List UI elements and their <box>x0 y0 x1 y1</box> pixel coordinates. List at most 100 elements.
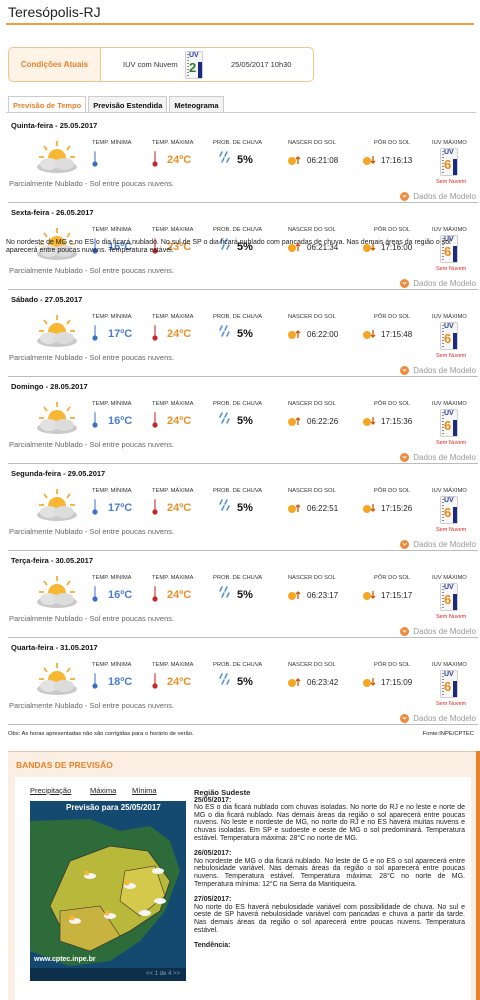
rain-prob-value: 5% <box>237 415 253 427</box>
min-temp-header: TEMP. MÍNIMA <box>92 140 132 146</box>
max-temp-link[interactable]: Máxima <box>90 786 116 795</box>
uv-label: UV <box>444 671 454 678</box>
uv-condition-note: Sem Nuvem <box>436 701 467 707</box>
sunset-icon <box>363 417 376 426</box>
info-circle-icon <box>400 192 410 201</box>
info-circle-icon <box>400 366 410 375</box>
tab-previsao-de-tempo[interactable]: Previsão de Tempo <box>8 96 87 113</box>
sunrise-time: 06:23:42 <box>307 678 339 687</box>
rain-drops-icon <box>219 499 230 511</box>
forecast-entry: 27/05/2017: No norte do ES haverá nebulos… <box>194 896 465 934</box>
model-data-link[interactable]: Dados de Modelo <box>400 540 476 549</box>
day-title: Segunda-feira - 29.05.2017 <box>11 469 106 478</box>
sunset-header: PÔR DO SOL <box>374 227 411 233</box>
model-data-label: Dados de Modelo <box>413 453 476 462</box>
sunset-header: PÔR DO SOL <box>374 140 411 146</box>
day-description: Parcialmente Nublado - Sol entre poucas … <box>9 440 175 449</box>
model-data-link[interactable]: Dados de Modelo <box>400 192 476 201</box>
day-description: Parcialmente Nublado - Sol entre poucas … <box>9 701 175 710</box>
map-image <box>30 801 186 981</box>
partly-cloudy-icon <box>37 489 77 521</box>
min-temp-value: 16ºC <box>108 415 133 427</box>
sunset-icon <box>363 678 376 687</box>
rain-prob-value: 5% <box>237 676 253 688</box>
sunrise-icon <box>288 417 301 426</box>
model-data-label: Dados de Modelo <box>413 714 476 723</box>
rain-prob-value: 5% <box>237 154 253 166</box>
min-temp-value: 17ºC <box>108 328 133 340</box>
thermometer-hot-icon <box>152 586 158 602</box>
map-source-url: www.cptec.inpe.br <box>34 956 96 963</box>
tendency-text: No nordeste de MG e no ES o dia ficará n… <box>6 239 451 254</box>
sunset-icon <box>363 330 376 339</box>
min-temp-header: TEMP. MÍNIMA <box>92 575 132 581</box>
thermometer-cold-icon <box>92 586 98 602</box>
conditions-datetime: 25/05/2017 10h30 <box>231 60 292 69</box>
info-circle-icon <box>400 627 410 636</box>
info-circle-icon <box>400 453 410 462</box>
page-title: Teresópolis-RJ <box>8 4 101 20</box>
sunrise-header: NASCER DO SOL <box>288 140 336 146</box>
partly-cloudy-icon <box>37 663 77 695</box>
sunset-time: 17:15:26 <box>381 504 413 513</box>
min-temp-link[interactable]: Mínima <box>132 786 157 795</box>
rain-drops-icon <box>219 151 230 163</box>
tab-meteograma[interactable]: Meteograma <box>169 96 224 113</box>
sunset-header: PÔR DO SOL <box>374 401 411 407</box>
partly-cloudy-icon <box>37 402 77 434</box>
max-temp-header: TEMP. MÁXIMA <box>152 314 194 320</box>
min-temp-value: 18ºC <box>108 676 133 688</box>
uv-max-icon: UV 6 <box>440 409 458 437</box>
model-data-link[interactable]: Dados de Modelo <box>400 714 476 723</box>
rain-drops-icon <box>219 673 230 685</box>
thermometer-cold-icon <box>92 673 98 689</box>
sunrise-icon <box>288 504 301 513</box>
day-title: Domingo - 28.05.2017 <box>11 382 88 391</box>
tab-previsao-estendida[interactable]: Previsão Estendida <box>88 96 168 113</box>
rain-prob-value: 5% <box>237 328 253 340</box>
uv-condition-note: Sem Nuvem <box>436 440 467 446</box>
time-notice: Obs: As horas apresentadas não são corri… <box>8 731 194 737</box>
max-temp-value: 24ºC <box>167 589 192 601</box>
thermometer-cold-icon <box>92 325 98 341</box>
model-data-link[interactable]: Dados de Modelo <box>400 366 476 375</box>
model-data-link[interactable]: Dados de Modelo <box>400 627 476 636</box>
max-temp-header: TEMP. MÁXIMA <box>152 575 194 581</box>
forecast-date: 26/05/2017: <box>194 850 232 858</box>
sunrise-header: NASCER DO SOL <box>288 575 336 581</box>
day-title: Terça-feira - 30.05.2017 <box>11 556 93 565</box>
max-temp-header: TEMP. MÁXIMA <box>152 140 194 146</box>
uv-max-icon: UV 6 <box>440 148 458 176</box>
model-data-label: Dados de Modelo <box>413 540 476 549</box>
sunrise-time: 06:21:08 <box>307 156 339 165</box>
uv-max-icon: UV 6 <box>440 496 458 524</box>
model-data-link[interactable]: Dados de Modelo <box>400 279 476 288</box>
iuv-cloud-label: IUV com Nuvem <box>123 60 178 69</box>
max-temp-header: TEMP. MÁXIMA <box>152 488 194 494</box>
max-temp-header: TEMP. MÁXIMA <box>152 227 194 233</box>
map-pager[interactable]: << 1 de 4 >> <box>30 968 186 981</box>
bands-content: Precipitação Máxima Mínima Previsão para… <box>15 777 471 1000</box>
forecast-tabs: Previsão de Tempo Previsão Estendida Met… <box>8 96 226 113</box>
uv-index-icon: UV 2 <box>185 51 203 79</box>
iuv-header: IUV MÁXIMO <box>432 227 467 233</box>
rain-prob-value: 5% <box>237 589 253 601</box>
uv-label: UV <box>444 323 454 330</box>
uv-max-value: 6 <box>444 418 452 433</box>
info-circle-icon <box>400 279 410 288</box>
model-data-label: Dados de Modelo <box>413 279 476 288</box>
day-title: Quarta-feira - 31.05.2017 <box>11 643 98 652</box>
thermometer-hot-icon <box>152 499 158 515</box>
forecast-bands-panel: BANDAS DE PREVISÃO Precipitação Máxima M… <box>8 751 478 1000</box>
uv-label: UV <box>444 149 454 156</box>
precipitation-link[interactable]: Precipitação <box>30 786 71 795</box>
forecast-date: 27/05/2017: <box>194 896 232 904</box>
model-data-link[interactable]: Dados de Modelo <box>400 453 476 462</box>
uv-max-value: 6 <box>444 679 452 694</box>
iuv-header: IUV MÁXIMO <box>432 575 467 581</box>
sunset-time: 17:15:09 <box>381 678 413 687</box>
day-title: Quinta-feira - 25.05.2017 <box>11 121 98 130</box>
rain-drops-icon <box>219 586 230 598</box>
rain-prob-value: 5% <box>237 502 253 514</box>
sunset-header: PÔR DO SOL <box>374 314 411 320</box>
